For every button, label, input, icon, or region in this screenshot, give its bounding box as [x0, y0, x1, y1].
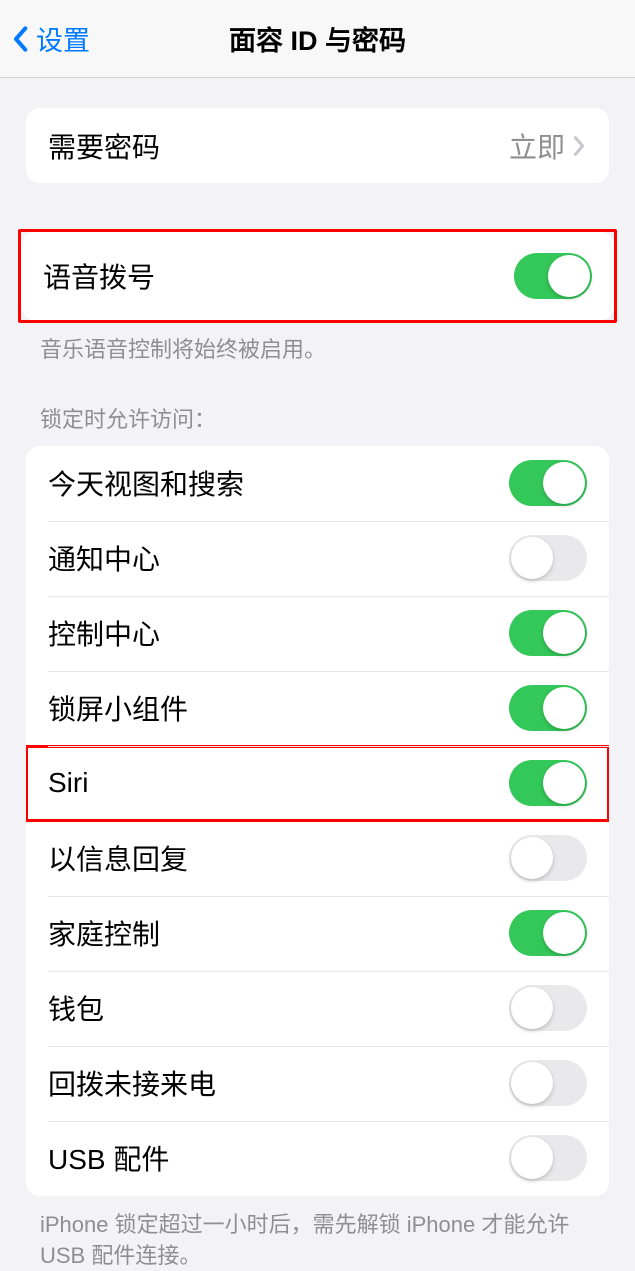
toggle-knob — [543, 462, 585, 504]
allow-access-label: 以信息回复 — [48, 838, 509, 878]
voice-dial-label: 语音拨号 — [43, 256, 514, 296]
allow-access-row: 通知中心 — [26, 521, 609, 596]
voice-dial-toggle[interactable] — [514, 253, 592, 299]
page-title: 面容 ID 与密码 — [229, 19, 406, 58]
allow-access-row: 锁屏小组件 — [26, 671, 609, 746]
toggle-knob — [543, 612, 585, 654]
nav-bar: 设置 面容 ID 与密码 — [0, 0, 635, 78]
toggle-knob — [543, 762, 585, 804]
allow-access-footer: iPhone 锁定超过一小时后，需先解锁 iPhone 才能允许 USB 配件连… — [40, 1210, 595, 1271]
allow-access-toggle[interactable] — [509, 910, 587, 956]
require-passcode-group: 需要密码 立即 — [26, 108, 609, 183]
allow-access-toggle[interactable] — [509, 685, 587, 731]
allow-access-row: 钱包 — [26, 971, 609, 1046]
allow-access-row: 控制中心 — [26, 596, 609, 671]
allow-access-label: 家庭控制 — [48, 913, 509, 953]
content: 需要密码 立即 语音拨号 音乐语音控制将始终被启用。 锁定时允许访问： 今天视图… — [0, 78, 635, 1271]
allow-access-label: USB 配件 — [48, 1138, 509, 1178]
allow-access-row: Siri — [26, 746, 609, 821]
allow-access-row: USB 配件 — [26, 1121, 609, 1196]
allow-access-toggle[interactable] — [509, 1060, 587, 1106]
allow-access-label: Siri — [48, 767, 509, 799]
toggle-knob — [511, 837, 553, 879]
allow-access-label: 今天视图和搜索 — [48, 463, 509, 503]
allow-access-toggle[interactable] — [509, 610, 587, 656]
allow-access-toggle[interactable] — [509, 460, 587, 506]
chevron-right-icon — [573, 134, 587, 158]
allow-access-label: 通知中心 — [48, 538, 509, 578]
require-passcode-row[interactable]: 需要密码 立即 — [26, 108, 609, 183]
allow-access-label: 锁屏小组件 — [48, 688, 509, 728]
allow-access-label: 回拨未接来电 — [48, 1063, 509, 1103]
allow-access-toggle[interactable] — [509, 1135, 587, 1181]
chevron-left-icon — [10, 23, 30, 55]
require-passcode-value: 立即 — [509, 126, 565, 166]
voice-dial-highlight: 语音拨号 — [18, 229, 617, 323]
voice-dial-footer: 音乐语音控制将始终被启用。 — [40, 335, 595, 366]
toggle-knob — [511, 1062, 553, 1104]
require-passcode-label: 需要密码 — [48, 126, 509, 166]
allow-access-row: 今天视图和搜索 — [26, 446, 609, 521]
allow-access-row: 家庭控制 — [26, 896, 609, 971]
toggle-knob — [543, 687, 585, 729]
back-label: 设置 — [36, 19, 90, 58]
allow-access-toggle[interactable] — [509, 535, 587, 581]
back-button[interactable]: 设置 — [10, 19, 90, 58]
allow-access-row: 以信息回复 — [26, 821, 609, 896]
allow-access-label: 钱包 — [48, 988, 509, 1028]
allow-access-toggle[interactable] — [509, 835, 587, 881]
toggle-knob — [511, 1137, 553, 1179]
toggle-knob — [543, 912, 585, 954]
allow-access-toggle[interactable] — [509, 760, 587, 806]
allow-access-toggle[interactable] — [509, 985, 587, 1031]
toggle-knob — [548, 255, 590, 297]
allow-access-group: 今天视图和搜索通知中心控制中心锁屏小组件 Siri 以信息回复家庭控制钱包回拨未接来… — [26, 446, 609, 1196]
allow-access-header: 锁定时允许访问： — [40, 402, 595, 434]
toggle-knob — [511, 987, 553, 1029]
voice-dial-row: 语音拨号 — [21, 232, 614, 320]
allow-access-row: 回拨未接来电 — [26, 1046, 609, 1121]
toggle-knob — [511, 537, 553, 579]
allow-access-label: 控制中心 — [48, 613, 509, 653]
